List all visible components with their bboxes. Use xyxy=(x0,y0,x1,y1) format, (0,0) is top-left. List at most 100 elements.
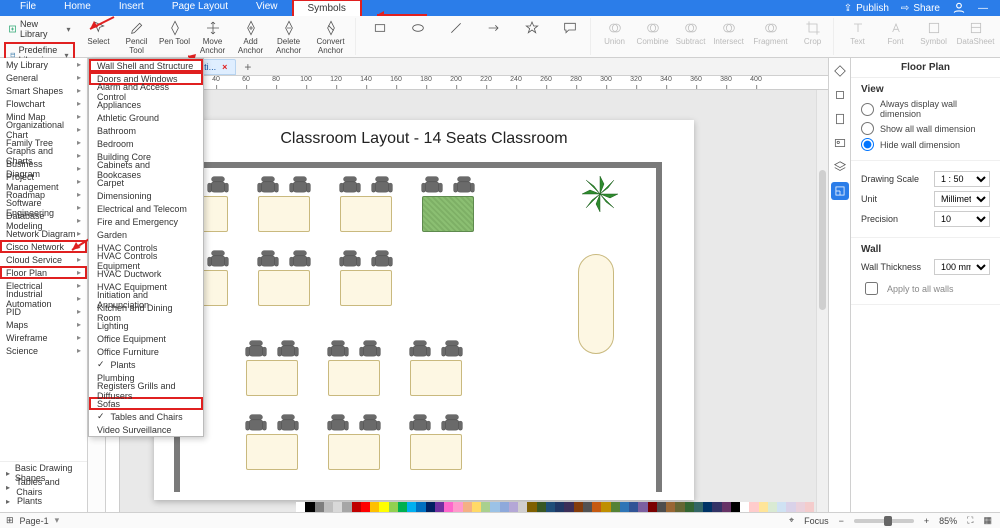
page-indicator-prev[interactable]: ⊞ xyxy=(6,515,14,526)
lib-item-network-diagram[interactable]: Network Diagram▸ xyxy=(0,227,87,240)
style-panel-icon[interactable] xyxy=(831,62,849,80)
zoom-slider[interactable] xyxy=(854,519,914,523)
submenu-athletic-ground[interactable]: Athletic Ground xyxy=(89,111,203,124)
desk-table[interactable] xyxy=(340,196,392,232)
desk-group[interactable] xyxy=(404,338,468,398)
add-tab-button[interactable]: + xyxy=(240,60,255,74)
fragment-tool[interactable]: Fragment xyxy=(751,18,791,46)
desk-table[interactable] xyxy=(258,270,310,306)
unit-select[interactable]: Millimet... xyxy=(934,191,990,207)
lib-item-flowchart[interactable]: Flowchart▸ xyxy=(0,97,87,110)
share-button[interactable]: ⇨Share xyxy=(895,3,946,14)
drawing-scale-select[interactable]: 1 : 50 xyxy=(934,171,990,187)
combine-tool[interactable]: Combine xyxy=(637,18,669,46)
subtract-tool[interactable]: Subtract xyxy=(675,18,707,46)
vertical-scrollbar[interactable] xyxy=(816,90,828,512)
plant[interactable] xyxy=(580,174,620,214)
fill-panel-icon[interactable] xyxy=(831,86,849,104)
desk-table[interactable] xyxy=(246,434,298,470)
desk-group[interactable] xyxy=(416,174,480,234)
desk-group[interactable] xyxy=(322,412,386,472)
color-swatch[interactable] xyxy=(463,502,472,512)
color-swatch[interactable] xyxy=(500,502,509,512)
submenu-garden[interactable]: Garden xyxy=(89,228,203,241)
color-swatch[interactable] xyxy=(786,502,795,512)
lib-item-cisco-network[interactable]: Cisco Network▸ xyxy=(0,240,87,253)
color-swatch[interactable] xyxy=(379,502,388,512)
submenu-cabinets-and-bookcases[interactable]: Cabinets and Bookcases xyxy=(89,163,203,176)
new-library-button[interactable]: New Library ▾ xyxy=(4,18,75,40)
menu-tab-file[interactable]: File xyxy=(6,0,50,18)
move-anchor-tool[interactable]: Move Anchor xyxy=(197,18,229,55)
color-swatch[interactable] xyxy=(805,502,814,512)
color-swatch[interactable] xyxy=(629,502,638,512)
menu-tab-home[interactable]: Home xyxy=(50,0,105,18)
pen-tool[interactable]: Pen Tool xyxy=(159,18,191,46)
lib-item-cloud-service[interactable]: Cloud Service▸ xyxy=(0,253,87,266)
color-swatch[interactable] xyxy=(666,502,675,512)
opt-hide[interactable]: Hide wall dimension xyxy=(861,138,990,151)
desk-table[interactable] xyxy=(328,434,380,470)
lib-item-my-library[interactable]: My Library▸ xyxy=(0,58,87,71)
color-swatch[interactable] xyxy=(342,502,351,512)
color-swatch[interactable] xyxy=(537,502,546,512)
submenu-fire-and-emergency[interactable]: Fire and Emergency xyxy=(89,215,203,228)
text-tool[interactable]: Text xyxy=(842,18,874,46)
color-swatch[interactable] xyxy=(796,502,805,512)
submenu-office-furniture[interactable]: Office Furniture xyxy=(89,345,203,358)
page-panel-icon[interactable] xyxy=(831,110,849,128)
symbol-tool[interactable]: Symbol xyxy=(918,18,950,46)
desk-group[interactable] xyxy=(334,174,398,234)
color-swatch[interactable] xyxy=(435,502,444,512)
color-swatch[interactable] xyxy=(444,502,453,512)
opt-showall[interactable]: Show all wall dimension xyxy=(861,122,990,135)
lib-item-floor-plan[interactable]: Floor Plan▸ xyxy=(0,266,87,279)
lib-item-science[interactable]: Science▸ xyxy=(0,344,87,357)
submenu-plants[interactable]: Plants xyxy=(89,358,203,371)
wall-thickness-select[interactable]: 100 mm xyxy=(934,259,990,275)
user-avatar[interactable] xyxy=(946,1,972,15)
color-swatch[interactable] xyxy=(490,502,499,512)
desk-table[interactable] xyxy=(258,196,310,232)
desk-table[interactable] xyxy=(410,434,462,470)
drawing-page[interactable]: Classroom Layout - 14 Seats Classroom xyxy=(154,120,694,500)
lib-sub-tables-and-chairs[interactable]: ▸Tables and Chairs xyxy=(0,480,87,494)
color-swatch[interactable] xyxy=(574,502,583,512)
shape-star[interactable] xyxy=(516,18,548,36)
color-swatch[interactable] xyxy=(768,502,777,512)
shape-ellipse[interactable] xyxy=(402,18,434,36)
color-swatch[interactable] xyxy=(481,502,490,512)
color-swatch[interactable] xyxy=(685,502,694,512)
lib-item-industrial-automation[interactable]: Industrial Automation▸ xyxy=(0,292,87,305)
lib-item-database-modeling[interactable]: Database Modeling▸ xyxy=(0,214,87,227)
color-swatch[interactable] xyxy=(426,502,435,512)
delete-anchor-tool[interactable]: Delete Anchor xyxy=(273,18,305,55)
submenu-tables-and-chairs[interactable]: Tables and Chairs xyxy=(89,410,203,423)
submenu-bathroom[interactable]: Bathroom xyxy=(89,124,203,137)
desk-group[interactable] xyxy=(334,248,398,308)
color-swatch[interactable] xyxy=(564,502,573,512)
add-anchor-tool[interactable]: Add Anchor xyxy=(235,18,267,55)
desk-group[interactable] xyxy=(322,338,386,398)
desk-table[interactable] xyxy=(340,270,392,306)
zoom-value[interactable]: 85% xyxy=(939,516,957,526)
layers-panel-icon[interactable] xyxy=(831,158,849,176)
desk-group[interactable] xyxy=(252,248,316,308)
shape-arrow[interactable] xyxy=(478,18,510,36)
desk-table[interactable] xyxy=(328,360,380,396)
color-swatch[interactable] xyxy=(324,502,333,512)
color-swatch[interactable] xyxy=(583,502,592,512)
menu-tab-page-layout[interactable]: Page Layout xyxy=(158,0,242,18)
color-swatch[interactable] xyxy=(657,502,666,512)
color-swatch[interactable] xyxy=(675,502,684,512)
canvas[interactable]: Classroom Layout - 14 Seats Classroom xyxy=(120,90,828,512)
publish-button[interactable]: ⇪Publish xyxy=(838,3,895,14)
apply-all-walls[interactable]: Apply to all walls xyxy=(861,279,990,298)
shape-callout[interactable] xyxy=(554,18,586,36)
submenu-office-equipment[interactable]: Office Equipment xyxy=(89,332,203,345)
color-swatch[interactable] xyxy=(389,502,398,512)
font-tool[interactable]: Font xyxy=(880,18,912,46)
lib-item-maps[interactable]: Maps▸ xyxy=(0,318,87,331)
shape-line[interactable] xyxy=(440,18,472,36)
zoom-out[interactable]: − xyxy=(839,516,844,526)
